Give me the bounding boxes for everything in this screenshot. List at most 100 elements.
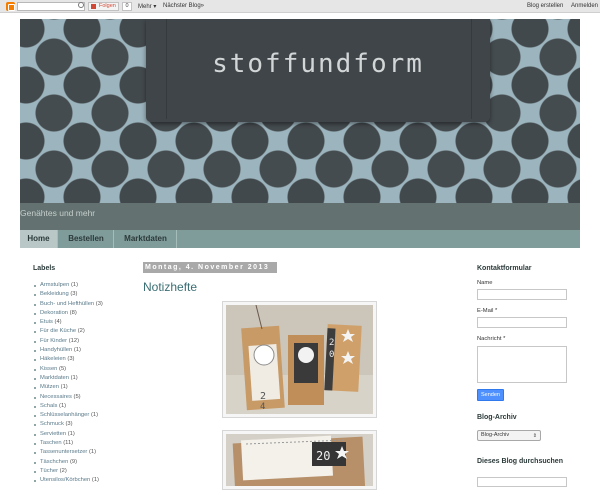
contact-form-title: Kontaktformular <box>477 265 532 272</box>
notebooks-image: 2 4 2 0 <box>226 305 373 414</box>
label-count: (5) <box>73 393 81 400</box>
tab-bestellen[interactable]: Bestellen <box>59 230 114 248</box>
fabric-label-image: stoffundform <box>146 19 490 122</box>
label-count: (1) <box>89 449 97 456</box>
more-menu[interactable]: Mehr ▾ <box>138 3 156 10</box>
svg-text:20: 20 <box>316 449 330 463</box>
message-label: Nachricht * <box>477 336 506 342</box>
label-count: (12) <box>68 337 80 344</box>
follow-button[interactable]: Folgen <box>88 2 119 11</box>
labels-list: Armstulpen (1) Bekleidung (3) Buch- und … <box>33 281 103 486</box>
send-button[interactable]: Senden <box>477 389 504 401</box>
label-count: (3) <box>67 356 75 363</box>
list-item: Servietten (1) <box>33 430 103 439</box>
label-link[interactable]: Bekleidung <box>40 291 69 297</box>
label-link[interactable]: Etuis <box>40 319 53 325</box>
label-count: (1) <box>59 402 67 409</box>
archive-title: Blog-Archiv <box>477 414 517 421</box>
post-photo-2[interactable]: 20 <box>222 430 377 490</box>
label-link[interactable]: Täschchen <box>40 459 68 465</box>
tab-marktdaten[interactable]: Marktdaten <box>115 230 177 248</box>
message-field[interactable] <box>477 346 567 383</box>
list-item: Tassenuntersetzer (1) <box>33 448 103 457</box>
svg-text:0: 0 <box>329 350 334 360</box>
label-link[interactable]: Schlüsselanhänger <box>40 412 89 418</box>
label-link[interactable]: Buch- und Hefthüllen <box>40 301 94 307</box>
next-blog-link[interactable]: Nächster Blog» <box>163 3 204 9</box>
label-link[interactable]: Dekoration <box>40 310 68 316</box>
list-item: Marktdaten (1) <box>33 374 103 383</box>
label-link[interactable]: Kissen <box>40 366 57 372</box>
label-link[interactable]: Handyhüllen <box>40 347 72 353</box>
navbar-search-input[interactable] <box>17 2 85 11</box>
label-link[interactable]: Tassenuntersetzer <box>40 449 87 455</box>
list-item: Taschen (11) <box>33 439 103 448</box>
label-count: (3) <box>95 300 103 307</box>
list-item: Etuis (4) <box>33 318 103 327</box>
list-item: Häkeleien (3) <box>33 355 103 364</box>
tab-home[interactable]: Home <box>20 230 58 248</box>
select-arrows-icon: ⇕ <box>532 433 537 439</box>
svg-text:2: 2 <box>329 338 334 348</box>
label-link[interactable]: Für Kinder <box>40 338 67 344</box>
list-item: Für Kinder (12) <box>33 337 103 346</box>
name-field[interactable] <box>477 289 567 300</box>
labels-widget-title: Labels <box>33 265 56 272</box>
archive-select[interactable]: Blog-Archiv ⇕ <box>477 430 541 441</box>
login-link[interactable]: Anmelden <box>571 3 598 9</box>
blog-title[interactable]: stoffundform <box>146 49 490 79</box>
blog-header: stoffundform Genähtes und mehr <box>20 19 580 230</box>
list-item: Für die Küche (2) <box>33 327 103 336</box>
list-item: Tücher (2) <box>33 467 103 476</box>
blog-search-input[interactable] <box>477 477 567 487</box>
label-link[interactable]: Taschen <box>40 440 62 446</box>
label-count: (1) <box>70 282 79 288</box>
label-link[interactable]: Häkeleien <box>40 356 66 362</box>
list-item: Bekleidung (3) <box>33 290 103 299</box>
label-link[interactable]: Mützen <box>40 384 59 390</box>
create-blog-link[interactable]: Blog erstellen <box>527 3 563 9</box>
label-count: (1) <box>90 412 99 419</box>
more-label: Mehr <box>138 4 152 10</box>
blog-description: Genähtes und mehr <box>20 208 96 218</box>
label-count: (3) <box>65 421 73 428</box>
list-item: Armstulpen (1) <box>33 281 103 290</box>
label-link[interactable]: Servietten <box>40 431 66 437</box>
label-link[interactable]: Schmuck <box>40 421 64 427</box>
list-item: Utensilos/Körbchen (1) <box>33 476 103 485</box>
label-link[interactable]: Armstulpen <box>40 282 69 288</box>
email-field[interactable] <box>477 317 567 328</box>
email-label: E-Mail * <box>477 308 498 314</box>
blogger-navbar: Folgen 0 Mehr ▾ Nächster Blog» Blog erst… <box>0 0 600 13</box>
label-count: (1) <box>67 430 75 437</box>
blogger-logo-icon[interactable] <box>6 2 15 11</box>
label-count: (1) <box>73 347 81 354</box>
label-link[interactable]: Necessaires <box>40 394 72 400</box>
label-link[interactable]: Utensilos/Körbchen <box>40 477 90 483</box>
label-link[interactable]: Schals <box>40 403 57 409</box>
page-tabs: Home Bestellen Marktdaten <box>20 230 580 248</box>
list-item: Handyhüllen (1) <box>33 346 103 355</box>
list-item: Necessaires (5) <box>33 393 103 402</box>
post-photo-1[interactable]: 2 4 2 0 <box>222 301 377 418</box>
name-label: Name <box>477 280 493 286</box>
label-link[interactable]: Für die Küche <box>40 328 76 334</box>
label-count: (1) <box>60 384 68 391</box>
label-link[interactable]: Marktdaten <box>40 375 69 381</box>
label-count: (1) <box>70 374 78 381</box>
post-title[interactable]: Notizhefte <box>143 280 197 294</box>
svg-text:2: 2 <box>260 391 266 402</box>
notebooks-illustration-2: 20 <box>226 434 373 486</box>
archive-select-value: Blog-Archiv <box>481 432 510 438</box>
list-item: Kissen (5) <box>33 365 103 374</box>
notebooks-illustration: 2 4 2 0 <box>226 305 373 414</box>
svg-text:4: 4 <box>260 402 265 412</box>
list-item: Täschchen (9) <box>33 458 103 467</box>
follow-label: Folgen <box>99 3 116 9</box>
search-icon[interactable] <box>78 2 84 8</box>
list-item: Schmuck (3) <box>33 420 103 429</box>
list-item: Dekoration (8) <box>33 309 103 318</box>
post-date-header: Montag, 4. November 2013 <box>143 262 277 273</box>
label-link[interactable]: Tücher <box>40 468 58 474</box>
label-count: (1) <box>91 477 99 484</box>
